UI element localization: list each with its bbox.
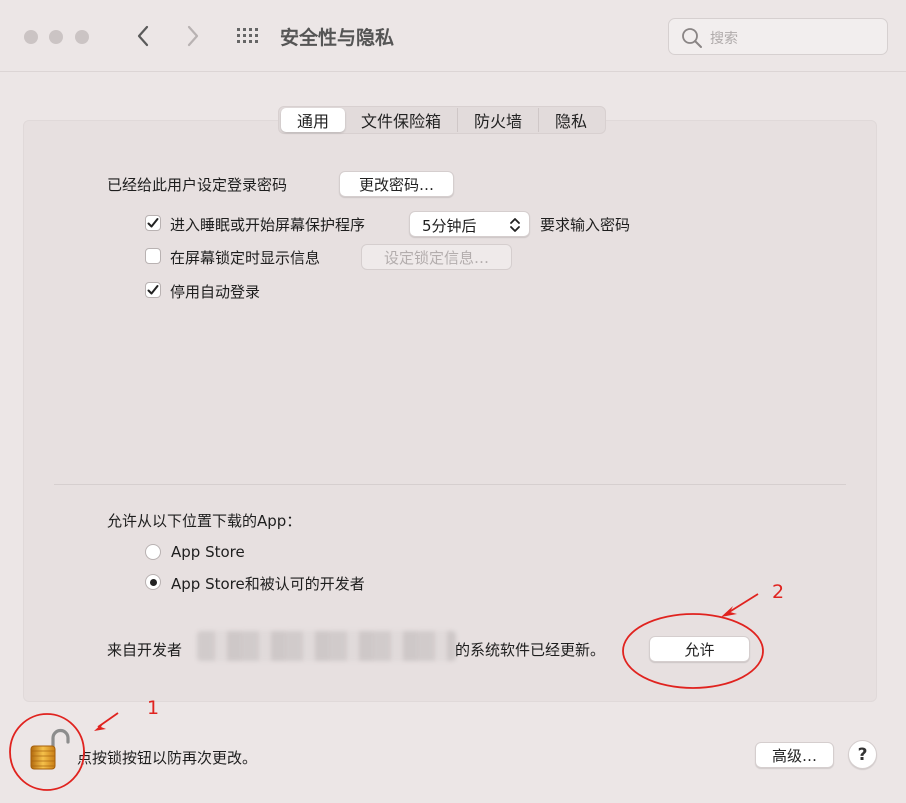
tab-bar: 通用 文件保险箱 防火墙 隐私 [278,106,607,134]
show-message-label: 在屏幕锁定时显示信息 [170,249,321,267]
search-field[interactable]: 搜索 [668,18,888,55]
tab-privacy[interactable]: 隐私 [539,108,603,132]
window-title: 安全性与隐私 [280,27,395,49]
grid-icon [237,28,258,43]
forward-button[interactable] [180,22,206,50]
tab-filevault[interactable]: 文件保险箱 [345,108,459,132]
lock-status-text: 点按锁按钮以防再次更改。 [77,749,258,767]
back-button[interactable] [130,22,156,50]
disable-autologin-label: 停用自动登录 [170,283,261,301]
developer-name-redacted [197,631,456,661]
annotation-label-1: 1 [147,697,160,719]
forward-chevron-icon [187,25,199,47]
app-store-radio[interactable] [145,544,161,560]
download-source-heading: 允许从以下位置下载的App： [107,512,302,530]
change-password-button[interactable]: 更改密码… [339,171,454,197]
close-window-button[interactable] [24,30,38,44]
zoom-window-button[interactable] [75,30,89,44]
allow-button[interactable]: 允许 [649,636,750,662]
arrow-icon [94,712,119,731]
tab-general[interactable]: 通用 [281,108,346,132]
back-chevron-icon [137,25,149,47]
require-password-suffix: 要求输入密码 [540,216,631,234]
checkmark-icon [147,218,159,228]
app-store-identified-label: App Store和被认可的开发者 [171,575,365,593]
password-delay-value: 5分钟后 [422,217,477,235]
lock-icon [30,728,70,770]
disable-autologin-checkbox[interactable] [145,282,161,298]
general-panel [23,120,877,702]
set-lock-message-button[interactable]: 设定锁定信息… [361,244,512,270]
blocked-suffix-text: 的系统软件已经更新。 [455,641,606,659]
require-password-checkbox[interactable] [145,215,161,231]
search-placeholder: 搜索 [710,31,738,47]
blocked-prefix-text: 来自开发者 [107,641,183,659]
password-delay-select[interactable]: 5分钟后 [409,211,530,237]
chevron-updown-icon [510,218,520,232]
show-message-checkbox[interactable] [145,248,161,264]
title-bar: 安全性与隐私 搜索 [0,0,906,72]
show-all-button[interactable] [234,22,262,50]
search-icon [682,28,702,48]
section-divider [54,484,846,485]
password-set-label: 已经给此用户设定登录密码 [107,176,288,194]
app-store-identified-radio[interactable] [145,574,161,590]
lock-button[interactable] [27,727,71,771]
annotation-label-2: 2 [772,581,785,603]
minimize-window-button[interactable] [49,30,63,44]
advanced-button[interactable]: 高级… [755,742,834,768]
require-password-label: 进入睡眠或开始屏幕保护程序 [170,216,366,234]
help-button[interactable]: ? [848,740,877,769]
app-store-label: App Store [171,543,245,561]
checkmark-icon [147,285,159,295]
tab-firewall[interactable]: 防火墙 [458,108,540,132]
radio-selected-dot [149,578,157,586]
